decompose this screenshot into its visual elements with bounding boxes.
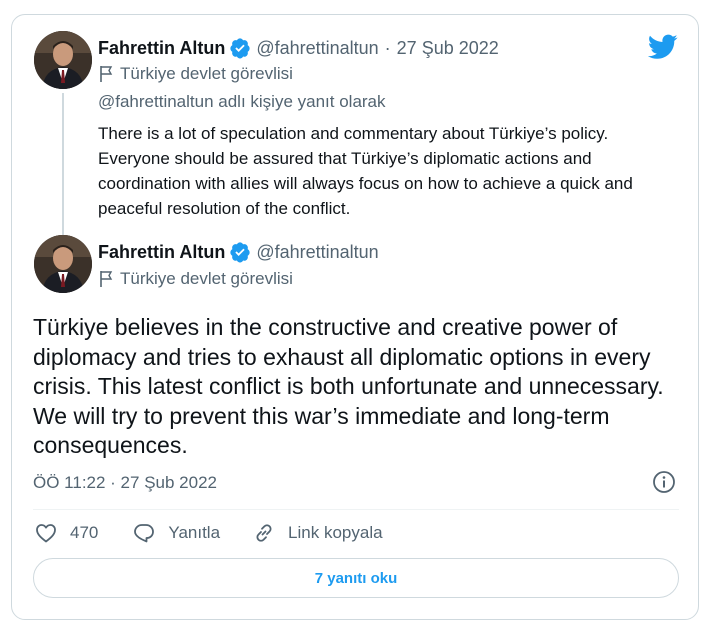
verified-badge-icon — [230, 242, 250, 263]
embedded-tweet-card: Fahrettin Altun @fahrettinaltun · 27 Şub… — [11, 14, 699, 620]
copy-link-label: Link kopyala — [288, 523, 383, 542]
reply-bubble-icon — [134, 524, 155, 543]
author-name[interactable]: Fahrettin Altun — [98, 38, 225, 59]
reply-context[interactable]: @fahrettinaltun adlı kişiye yanıt olarak — [98, 92, 386, 112]
author-handle[interactable]: @fahrettinaltun — [256, 38, 378, 59]
verified-badge-icon — [230, 38, 250, 59]
avatar[interactable] — [34, 31, 92, 89]
flag-icon — [100, 271, 113, 287]
divider — [33, 509, 679, 510]
link-icon — [256, 524, 272, 542]
account-label: Türkiye devlet görevlisi — [98, 64, 293, 84]
thread-connector-line — [62, 93, 64, 235]
main-author-row: Fahrettin Altun @fahrettinaltun — [98, 241, 379, 263]
heart-icon — [36, 524, 56, 543]
tweet-timestamp[interactable]: ÖÖ 11:22 · 27 Şub 2022 — [33, 473, 217, 493]
info-icon[interactable] — [652, 470, 676, 494]
account-label-text: Türkiye devlet görevlisi — [120, 64, 293, 83]
quoted-author-row: Fahrettin Altun @fahrettinaltun · 27 Şub… — [98, 37, 499, 59]
tweet-date[interactable]: 27 Şub 2022 — [397, 38, 499, 59]
like-button[interactable]: 470 — [34, 521, 98, 545]
copy-link-button[interactable]: Link kopyala — [252, 521, 383, 545]
reply-button[interactable]: Yanıtla — [132, 521, 220, 545]
quoted-tweet-text: There is a lot of speculation and commen… — [98, 124, 633, 218]
avatar[interactable] — [34, 235, 92, 293]
account-label: Türkiye devlet görevlisi — [98, 269, 293, 289]
separator-dot: · — [384, 37, 391, 58]
account-label-text: Türkiye devlet görevlisi — [120, 269, 293, 288]
tweet-actions: 470 Yanıtla Link kopyala — [34, 521, 383, 545]
read-replies-button[interactable]: 7 yanıtı oku — [33, 558, 679, 598]
twitter-bird-icon[interactable] — [648, 34, 678, 60]
like-count: 470 — [70, 523, 99, 542]
reply-label: Yanıtla — [168, 523, 221, 542]
flag-icon — [100, 66, 113, 82]
main-tweet-text: Türkiye believes in the constructive and… — [33, 314, 664, 458]
author-name[interactable]: Fahrettin Altun — [98, 242, 225, 263]
author-handle[interactable]: @fahrettinaltun — [256, 242, 378, 263]
